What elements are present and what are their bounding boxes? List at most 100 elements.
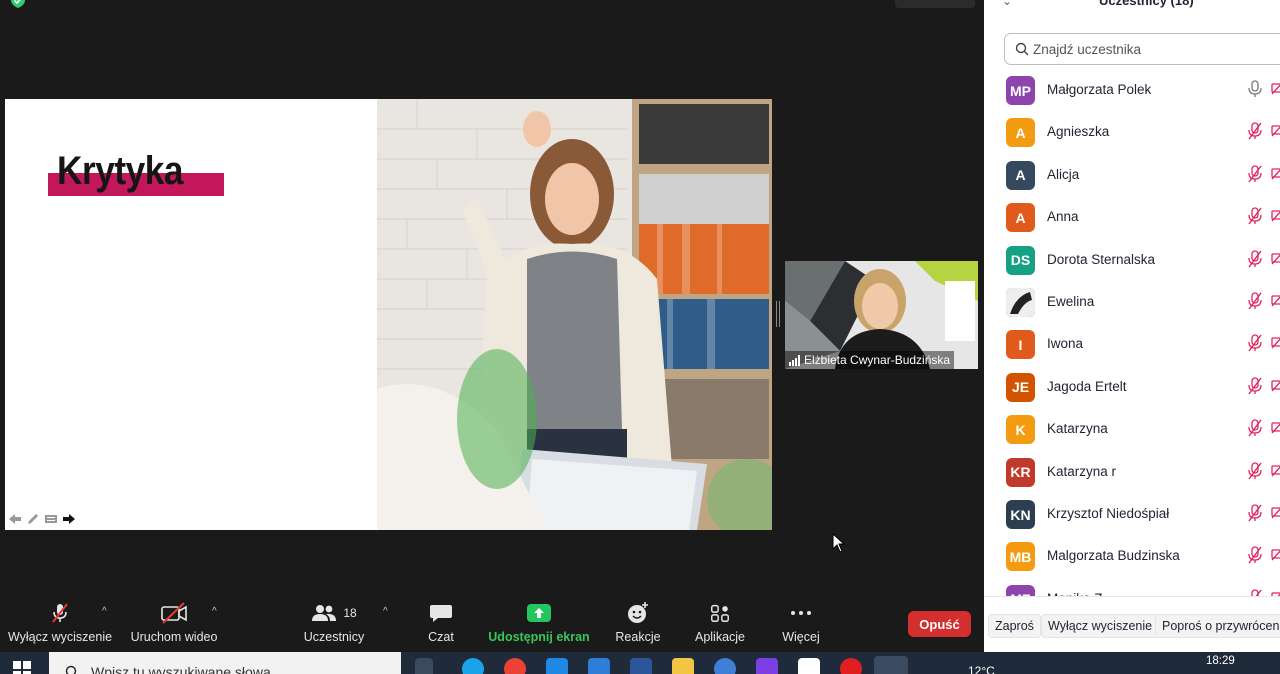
participant-name: Malgorzata Budzinska xyxy=(1047,548,1180,564)
opera-icon[interactable] xyxy=(840,658,862,674)
apps-button[interactable]: Aplikacje xyxy=(690,596,750,652)
reactions-label: Reakcje xyxy=(615,630,661,644)
avatar: JE xyxy=(1006,372,1035,402)
browser-icon[interactable] xyxy=(714,658,736,674)
audio-options-caret-icon[interactable]: ^ xyxy=(102,606,107,617)
participant-row[interactable]: Ewelina xyxy=(984,281,1280,323)
weather-temperature[interactable]: 12°C xyxy=(968,664,995,674)
participant-row[interactable]: K Katarzyna xyxy=(984,408,1280,450)
taskbar-search[interactable]: Wpisz tu wyszukiwane słowa xyxy=(49,652,401,674)
more-dots-icon xyxy=(791,611,811,615)
slide-photo xyxy=(377,99,772,530)
participant-name: Katarzyna xyxy=(1047,421,1108,437)
chat-label: Czat xyxy=(428,630,454,644)
microphone-muted-icon xyxy=(1247,249,1263,273)
video-off-icon xyxy=(1271,123,1280,142)
panel-title: Uczestnicy (18) xyxy=(1099,0,1194,8)
participant-row[interactable]: I Iwona xyxy=(984,323,1280,365)
mail-icon[interactable] xyxy=(546,658,568,674)
video-off-icon xyxy=(1271,81,1280,100)
meeting-area: Krytyka Elżbieta Cwynar-Budzińska xyxy=(0,0,984,652)
participant-row[interactable]: KN Krzysztof Niedośpiał xyxy=(984,493,1280,535)
participant-row[interactable]: MZMonika Z... xyxy=(984,578,1280,596)
participant-row[interactable]: A Agnieszka xyxy=(984,111,1280,153)
video-camera-off-icon xyxy=(161,602,187,624)
unmute-button[interactable]: Wyłącz wyciszenie xyxy=(8,596,112,652)
participant-search xyxy=(1004,33,1280,65)
video-off-icon xyxy=(1271,208,1280,227)
chat-button[interactable]: Czat xyxy=(420,596,462,652)
search-icon xyxy=(1015,42,1029,56)
menu-icon[interactable] xyxy=(44,513,58,525)
microphone-muted-icon xyxy=(1247,589,1263,596)
arrow-left-icon[interactable] xyxy=(8,513,22,525)
clock-time[interactable]: 18:29 xyxy=(1206,655,1235,667)
video-off-icon xyxy=(1271,335,1280,354)
participant-row[interactable]: MB Malgorzata Budzinska xyxy=(984,535,1280,577)
video-off-icon xyxy=(1271,378,1280,397)
participant-name: Małgorzata Polek xyxy=(1047,82,1152,97)
participant-row[interactable]: MP Małgorzata Polek xyxy=(984,69,1280,111)
search-icon xyxy=(65,665,77,674)
avatar xyxy=(1006,288,1035,317)
arrow-right-icon[interactable] xyxy=(62,513,76,525)
leave-button[interactable]: Opuść xyxy=(908,611,971,637)
task-view-icon[interactable] xyxy=(415,658,433,674)
resize-handle[interactable] xyxy=(776,301,780,327)
video-options-caret-icon[interactable]: ^ xyxy=(212,606,217,617)
speaker-video[interactable]: Elżbieta Cwynar-Budzińska xyxy=(785,261,978,369)
microphone-muted-icon xyxy=(1247,461,1263,485)
participant-row[interactable]: A Alicja xyxy=(984,154,1280,196)
speaker-name: Elżbieta Cwynar-Budzińska xyxy=(804,353,951,367)
participant-name: Alicja xyxy=(1047,166,1080,182)
word-icon[interactable] xyxy=(630,658,652,674)
avatar: DS xyxy=(1006,245,1035,275)
participant-row[interactable]: KR Katarzyna r xyxy=(984,451,1280,493)
ask-unmute-button[interactable]: Poproś o przywrócenie xyxy=(1155,614,1280,638)
participant-row[interactable]: A Anna xyxy=(984,196,1280,238)
store-icon[interactable] xyxy=(588,658,610,674)
microphone-muted-icon xyxy=(1247,207,1263,230)
share-screen-button[interactable]: Udostępnij ekran xyxy=(486,596,592,652)
participant-row[interactable]: DS Dorota Sternalska xyxy=(984,239,1280,281)
unmute-all-button[interactable]: Wyłącz wyciszenie xyxy=(1041,614,1160,638)
avatar: K xyxy=(1006,415,1035,445)
chevron-down-icon[interactable]: ⌄ xyxy=(1002,0,1012,8)
avatar: A xyxy=(1006,160,1035,190)
video-off-icon xyxy=(1271,463,1280,482)
speaker-name-tag: Elżbieta Cwynar-Budzińska xyxy=(785,351,955,369)
zoom-taskbar-icon[interactable] xyxy=(874,656,908,674)
app-icon[interactable] xyxy=(756,658,778,674)
microphone-muted-icon xyxy=(1247,292,1263,315)
file-explorer-icon[interactable] xyxy=(672,658,694,674)
chrome-icon[interactable] xyxy=(504,658,526,674)
view-button[interactable] xyxy=(895,0,975,8)
video-off-icon xyxy=(1271,166,1280,185)
more-button[interactable]: Więcej xyxy=(776,596,826,652)
notion-icon[interactable] xyxy=(798,658,820,674)
participant-name: Ewelina xyxy=(1047,294,1095,309)
reactions-button[interactable]: Reakcje xyxy=(612,596,664,652)
participant-name: Agnieszka xyxy=(1047,124,1110,140)
windows-start-icon[interactable] xyxy=(13,661,31,674)
participants-label: Uczestnicy xyxy=(303,630,365,644)
video-off-icon xyxy=(1271,505,1280,524)
participant-list: MP Małgorzata Polek A Agnieszka A Alicja A Anna… xyxy=(984,69,1280,596)
invite-button[interactable]: Zaproś xyxy=(988,614,1041,638)
edge-icon[interactable] xyxy=(462,658,484,674)
participants-options-caret-icon[interactable]: ^ xyxy=(383,606,388,617)
participant-search-input[interactable] xyxy=(1033,41,1253,57)
pen-icon[interactable] xyxy=(26,513,40,525)
microphone-muted-icon xyxy=(1247,122,1263,145)
security-shield-icon[interactable] xyxy=(10,0,26,8)
participant-name: Anna xyxy=(1047,209,1079,225)
emoji-add-icon xyxy=(628,602,648,623)
panel-footer: Zaproś Wyłącz wyciszenie Poproś o przywr… xyxy=(984,596,1280,652)
share-screen-label: Udostępnij ekran xyxy=(488,630,590,644)
chat-icon xyxy=(430,605,452,622)
start-video-button[interactable]: Uruchom wideo xyxy=(124,596,224,652)
participants-button[interactable]: 18 Uczestnicy xyxy=(298,596,370,652)
participant-row[interactable]: JE Jagoda Ertelt xyxy=(984,366,1280,408)
share-screen-icon xyxy=(527,604,551,622)
mouse-cursor-icon xyxy=(832,533,846,553)
